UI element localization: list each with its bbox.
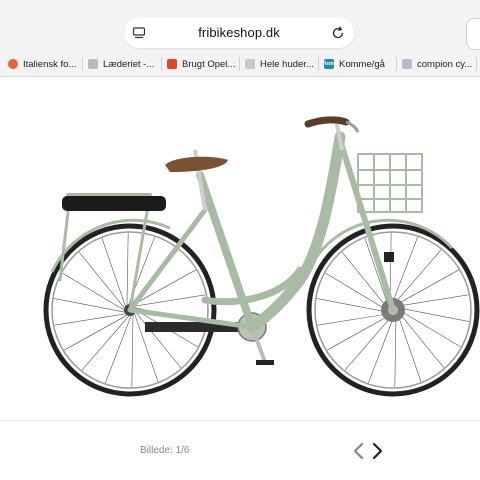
grey-page-favicon xyxy=(245,59,255,69)
tab-separator xyxy=(476,57,477,71)
tab-label: Komme/gå xyxy=(339,58,385,70)
wheel-spoke xyxy=(327,314,391,351)
wheel-spoke xyxy=(325,272,388,311)
wheel-spoke xyxy=(62,272,125,311)
url-text: fribikeshop.dk xyxy=(198,25,280,40)
reload-icon[interactable] xyxy=(330,25,346,41)
wheel-spoke xyxy=(368,315,395,384)
wheel-spoke xyxy=(398,311,445,368)
tab-compion[interactable]: compion cy... xyxy=(402,52,476,76)
tab-label: Italiensk fo... xyxy=(23,58,77,70)
tab-hele-huder[interactable]: Hele huder... xyxy=(245,52,317,76)
red-square-favicon xyxy=(167,59,177,69)
wheel-spoke xyxy=(101,238,126,307)
wheel-spoke xyxy=(398,309,461,348)
wheel-spoke xyxy=(394,315,397,387)
wheel-spoke xyxy=(395,269,459,306)
wheel-spoke xyxy=(316,298,388,313)
handlebar-grip xyxy=(304,116,350,128)
wheel-spoke xyxy=(397,313,422,382)
saddle xyxy=(165,156,228,172)
front-basket xyxy=(357,153,423,213)
wheel-spoke xyxy=(64,314,128,351)
tab-laederiet[interactable]: Læderiet -... xyxy=(88,52,160,76)
tab-italiensk[interactable]: Italiensk fo... xyxy=(8,52,80,76)
wheel-spoke xyxy=(53,298,125,313)
tab-label: compion cy... xyxy=(417,58,473,70)
wheel-spoke xyxy=(393,249,442,305)
tab-separator xyxy=(239,57,240,71)
browser-top-bar: fribikeshop.dk xyxy=(0,0,480,52)
wheel-spoke xyxy=(397,294,469,307)
tab-separator xyxy=(82,57,83,71)
wheel-spoke xyxy=(54,313,126,326)
wheel-spoke xyxy=(105,315,132,384)
orange-circle-favicon xyxy=(8,59,18,69)
tab-label: Læderiet -... xyxy=(103,58,155,70)
tab-separator xyxy=(318,57,319,71)
wheel-spoke xyxy=(135,311,182,368)
wheel-spoke xyxy=(391,236,418,305)
wheel-spoke xyxy=(317,313,389,326)
gallery-caption: Billede: 1/6 xyxy=(140,445,190,456)
tab-separator xyxy=(396,57,397,71)
wheel-spoke xyxy=(132,269,196,306)
address-bar[interactable]: fribikeshop.dk xyxy=(124,18,354,48)
wheel-spoke xyxy=(398,307,470,322)
chevron-left-icon[interactable] xyxy=(352,442,366,460)
wheel-spoke xyxy=(126,233,129,305)
product-page: Billede: 1/6 xyxy=(0,77,480,480)
tab-komme-gaa[interactable]: Visma Komme/gå xyxy=(324,52,394,76)
wheel-spoke xyxy=(81,315,130,371)
wheel-spoke xyxy=(131,315,134,387)
chevron-right-icon[interactable] xyxy=(370,442,384,460)
teal-square-favicon: Visma xyxy=(324,59,337,69)
tab-separator xyxy=(161,57,162,71)
mint-green-city-e-bike-photo[interactable] xyxy=(0,77,480,417)
wheel-spoke xyxy=(78,252,125,309)
tab-bar: Italiensk fo... Læderiet -... Brugt Opel… xyxy=(0,52,480,77)
tab-overview-button[interactable] xyxy=(466,18,480,50)
tab-label: Hele huder... xyxy=(260,58,314,70)
tab-label: Brugt Opel... xyxy=(182,58,236,70)
wheel-spoke xyxy=(344,315,393,371)
tab-brugt-opel[interactable]: Brugt Opel... xyxy=(167,52,237,76)
grey-page-favicon xyxy=(88,59,98,69)
gallery-divider xyxy=(0,420,480,421)
wheel-spoke xyxy=(134,294,206,307)
grey-page-favicon xyxy=(402,59,412,69)
battery xyxy=(62,196,166,211)
